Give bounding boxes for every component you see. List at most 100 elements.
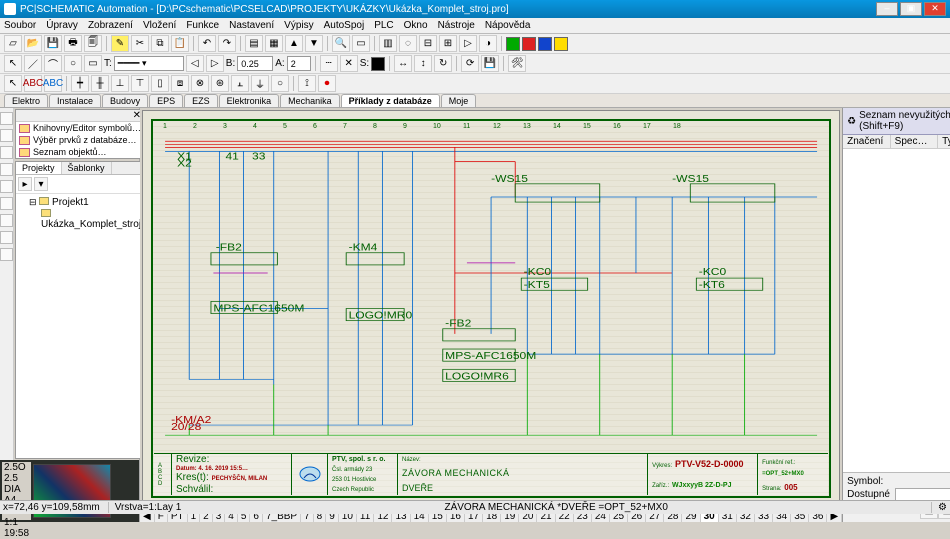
refresh-icon[interactable]: ↻ [434, 55, 452, 72]
undo-icon[interactable]: ↶ [198, 35, 216, 52]
sym-abc2-icon[interactable]: ABC [44, 75, 62, 92]
tab-7[interactable]: Příklady z databáze [341, 94, 440, 107]
zoom-icon[interactable]: 🔍 [332, 35, 350, 52]
print-icon[interactable]: 🖶 [64, 35, 82, 52]
a-value[interactable]: 2 [287, 56, 311, 71]
sym-record-icon[interactable]: ⏺ [318, 75, 336, 92]
rcol-0[interactable]: Značení [843, 135, 891, 148]
tab-6[interactable]: Mechanika [280, 94, 340, 107]
right-list[interactable] [843, 149, 950, 472]
endcap-left-icon[interactable]: ◁ [186, 55, 204, 72]
tool5-icon[interactable] [0, 180, 13, 193]
rcol-2[interactable]: Typ [938, 135, 950, 148]
tree-expand-icon[interactable]: ▸ [18, 177, 32, 191]
status-wheel-icon[interactable]: ⚙ [931, 502, 947, 513]
menu-zobrazení[interactable]: Zobrazení [88, 20, 133, 31]
sym-motorsw-icon[interactable]: ⊗ [191, 75, 209, 92]
b-value[interactable]: 0.25 [237, 56, 273, 71]
prev-icon[interactable]: ▲ [285, 35, 303, 52]
db-icon[interactable]: ▦ [265, 35, 283, 52]
tree-child[interactable]: Ukázka_Komplet_stroj [19, 209, 141, 231]
cross-icon[interactable]: ✕ [340, 55, 358, 72]
sym-node-icon[interactable]: ┿ [71, 75, 89, 92]
tools-icon[interactable]: 🛠 [508, 55, 526, 72]
contact-icon[interactable]: ⊞ [439, 35, 457, 52]
tab-5[interactable]: Elektronika [219, 94, 280, 107]
sym-select-icon[interactable]: ↖ [4, 75, 22, 92]
paste-icon[interactable]: 📋 [171, 35, 189, 52]
tool9-icon[interactable] [0, 248, 13, 261]
close-button[interactable]: ✕ [924, 2, 946, 16]
sym-letters-icon[interactable]: ABC [24, 75, 42, 92]
book-icon[interactable]: ▤ [245, 35, 263, 52]
proj-tab-1[interactable]: Šablonky [62, 162, 112, 174]
sym-coil-icon[interactable]: ▯ [151, 75, 169, 92]
led-icon[interactable]: ◑ [479, 35, 497, 52]
snap-v-icon[interactable]: ↕ [414, 55, 432, 72]
screen-icon[interactable]: ▭ [352, 35, 370, 52]
tool1-icon[interactable] [0, 112, 13, 125]
line-style-select[interactable]: ━━━━ ▾ [114, 56, 184, 71]
menu-nastavení[interactable]: Nastavení [229, 20, 274, 31]
menu-plc[interactable]: PLC [374, 20, 393, 31]
menu-nápověda[interactable]: Nápověda [485, 20, 531, 31]
cursor-icon[interactable]: ↖ [4, 55, 22, 72]
save-icon[interactable]: 💾 [44, 35, 62, 52]
redo-icon[interactable]: ↷ [218, 35, 236, 52]
tool6-icon[interactable] [0, 197, 13, 210]
menu-okno[interactable]: Okno [404, 20, 428, 31]
socket-icon[interactable]: ◌ [399, 35, 417, 52]
tool8-icon[interactable] [0, 231, 13, 244]
color-green[interactable] [506, 37, 520, 51]
tab-4[interactable]: EZS [184, 94, 218, 107]
panel-item-1[interactable]: Výběr prvků z databáze… [16, 134, 144, 146]
sym-measure-icon[interactable]: ⟟ [298, 75, 316, 92]
tree-root[interactable]: ⊟ Projekt1 [19, 197, 141, 209]
save2-icon[interactable]: 💾 [481, 55, 499, 72]
open-icon[interactable]: 📂 [24, 35, 42, 52]
drawing-canvas[interactable]: 123456789101112131415161718 [142, 110, 840, 507]
rect-icon[interactable]: ▭ [84, 55, 102, 72]
cut-icon[interactable]: ✂ [131, 35, 149, 52]
tab-8[interactable]: Moje [441, 94, 477, 107]
sym-switch-icon[interactable]: ⫠ [231, 75, 249, 92]
panel-item-2[interactable]: Seznam objektů… [16, 146, 144, 158]
tab-3[interactable]: EPS [149, 94, 183, 107]
diode-icon[interactable]: ▷ [459, 35, 477, 52]
tab-0[interactable]: Elektro [4, 94, 48, 107]
menu-soubor[interactable]: Soubor [4, 20, 36, 31]
sym-ground-icon[interactable]: ⏚ [251, 75, 269, 92]
snap-h-icon[interactable]: ↔ [394, 55, 412, 72]
menu-výpisy[interactable]: Výpisy [284, 20, 313, 31]
pencil-icon[interactable]: ✎ [111, 35, 129, 52]
menu-nástroje[interactable]: Nástroje [438, 20, 475, 31]
color-blue[interactable] [538, 37, 552, 51]
sym-contact-icon[interactable]: ╫ [91, 75, 109, 92]
menu-funkce[interactable]: Funkce [186, 20, 219, 31]
coil-icon[interactable]: ⊟ [419, 35, 437, 52]
sym-lamp-icon[interactable]: ⊛ [211, 75, 229, 92]
color-yellow[interactable] [554, 37, 568, 51]
menu-úpravy[interactable]: Úpravy [46, 20, 78, 31]
proj-tab-0[interactable]: Projekty [16, 162, 62, 174]
sym-contactno-icon[interactable]: ⊥ [111, 75, 129, 92]
circle-icon[interactable]: ○ [64, 55, 82, 72]
menu-autospoj[interactable]: AutoSpoj [324, 20, 365, 31]
tool4-icon[interactable] [0, 163, 13, 176]
sym-fuse-icon[interactable]: ⧈ [171, 75, 189, 92]
rcol-1[interactable]: Spec… [891, 135, 939, 148]
arc-icon[interactable]: ⌒ [44, 55, 62, 72]
tab-2[interactable]: Budovy [102, 94, 148, 107]
panel-item-0[interactable]: Knihovny/Editor symbolů… [16, 122, 144, 134]
color-red[interactable] [522, 37, 536, 51]
next-icon[interactable]: ▼ [305, 35, 323, 52]
sym-term-icon[interactable]: ○ [271, 75, 289, 92]
reload-icon[interactable]: ⟳ [461, 55, 479, 72]
endcap-right-icon[interactable]: ▷ [206, 55, 224, 72]
printall-icon[interactable]: 🗐 [84, 35, 102, 52]
new-icon[interactable]: ▱ [4, 35, 22, 52]
tool7-icon[interactable] [0, 214, 13, 227]
current-color[interactable] [371, 57, 385, 71]
line-icon[interactable]: ／ [24, 55, 42, 72]
minimize-button[interactable]: – [876, 2, 898, 16]
